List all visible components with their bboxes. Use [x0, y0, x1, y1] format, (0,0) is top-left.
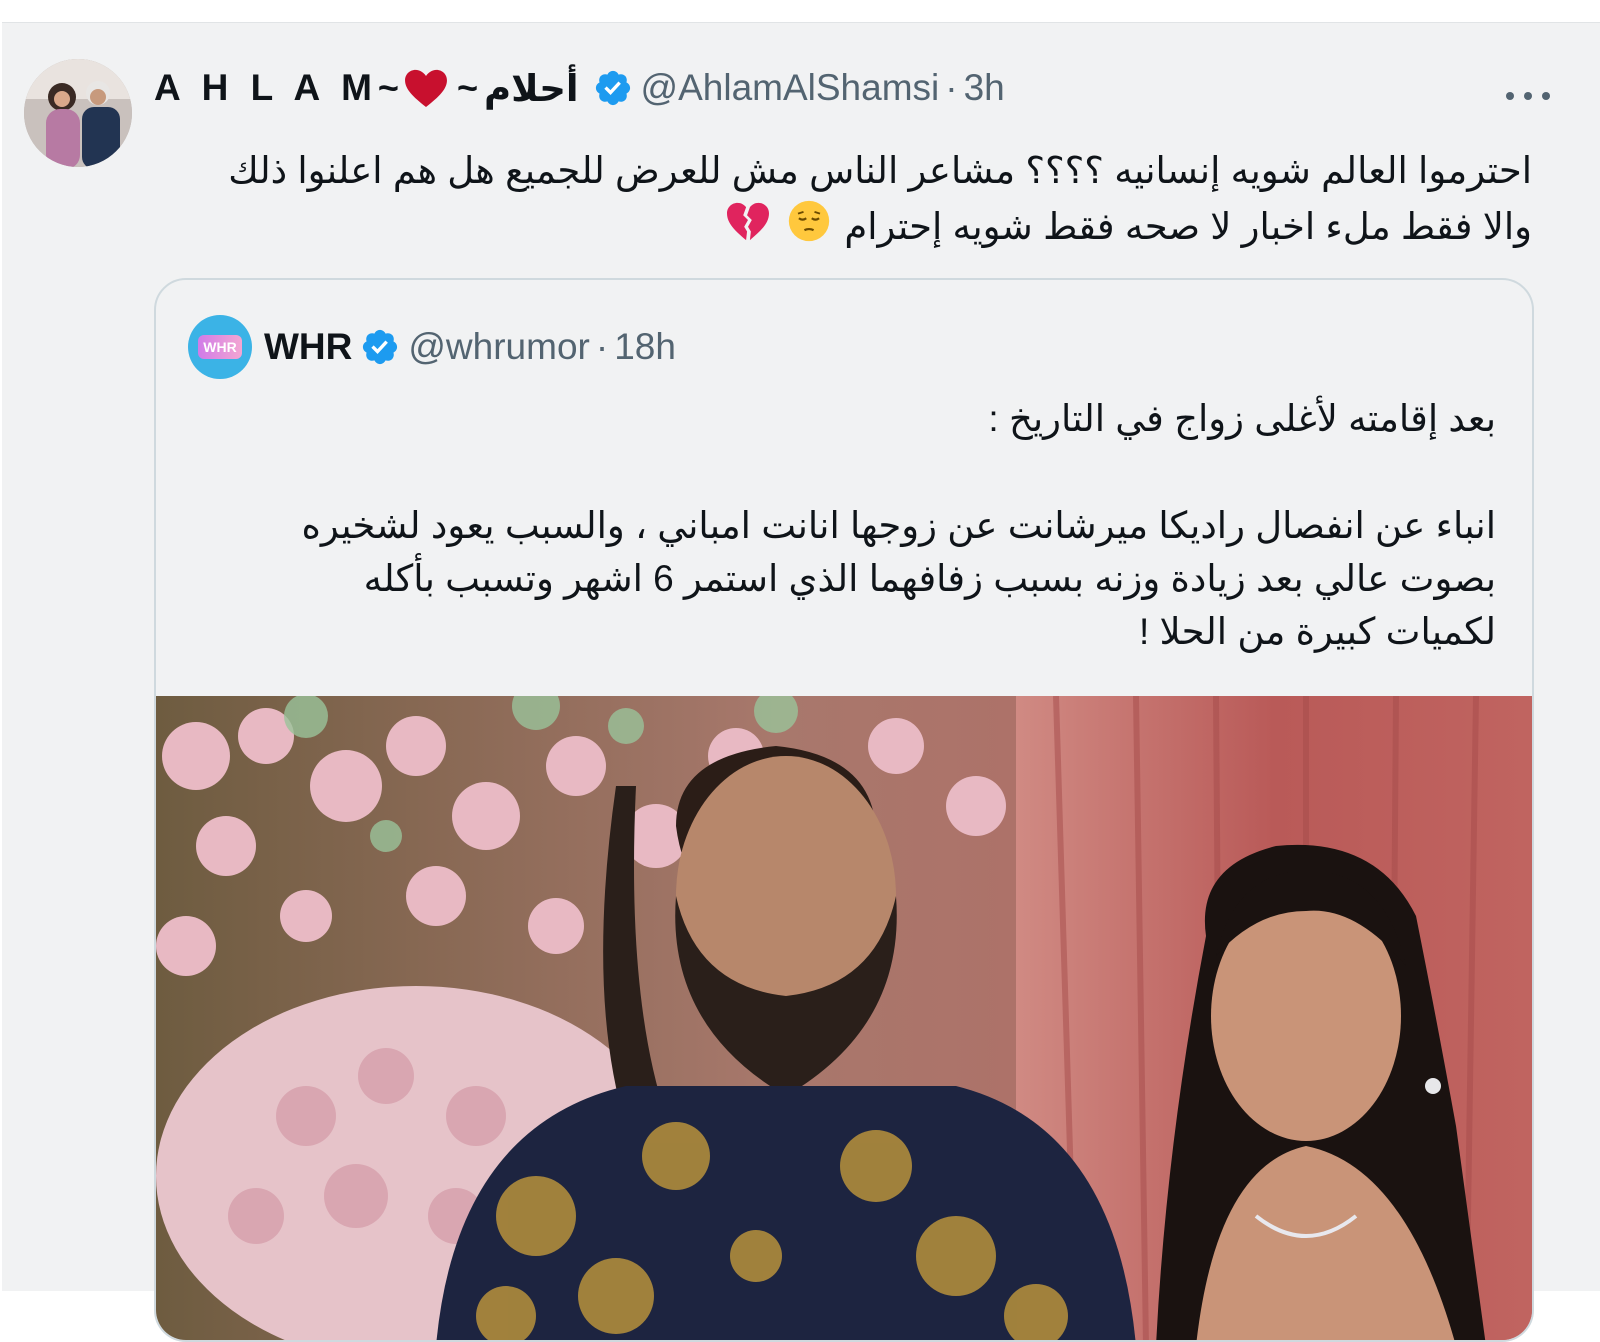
- avatar[interactable]: [24, 59, 132, 167]
- quoted-avatar[interactable]: WHR: [188, 315, 252, 379]
- quoted-tweet-header: WHR WHR @whrumor · 18h: [188, 314, 676, 380]
- quoted-timestamp[interactable]: 18h: [614, 326, 676, 368]
- broken-heart-icon: [725, 200, 771, 258]
- verified-badge-icon: [360, 327, 400, 367]
- verified-badge-icon: [593, 68, 633, 108]
- tweet-header: A H L A M ~ ~ أحلام @AhlamAlShamsi · 3h: [154, 63, 1005, 113]
- quoted-tweet[interactable]: WHR WHR @whrumor · 18h بعد إقامته لأغلى …: [154, 278, 1534, 1342]
- tweet-timestamp[interactable]: 3h: [964, 67, 1005, 109]
- red-heart-icon: [403, 68, 449, 108]
- quoted-avatar-logo: WHR: [198, 335, 242, 359]
- separator-dot: ·: [595, 326, 609, 367]
- tweet-text-line-2: والا فقط ملء اخبار لا صحه فقط شويه إحترا…: [154, 199, 1532, 259]
- quoted-tweet-text: بعد إقامته لأغلى زواج في التاريخ : انباء…: [196, 392, 1496, 658]
- more-options-icon[interactable]: [1506, 81, 1550, 111]
- separator-dot: ·: [945, 67, 958, 108]
- wedding-photo: [156, 696, 1532, 1340]
- tweet-card[interactable]: A H L A M ~ ~ أحلام @AhlamAlShamsi · 3h …: [2, 22, 1600, 1342]
- tweet-text-line: احترموا العالم شويه إنسانيه ؟؟؟؟ مشاعر ا…: [228, 150, 1532, 191]
- pensive-face-icon: [787, 199, 831, 259]
- tweet-text-line: والا فقط ملء اخبار لا صحه فقط شويه إحترا…: [844, 206, 1532, 247]
- name-separator: ~: [377, 67, 399, 108]
- user-handle[interactable]: @AhlamAlShamsi: [641, 67, 940, 109]
- quoted-text-line: لكميات كبيرة من الحلا !: [1138, 611, 1496, 652]
- quoted-text-line: بعد إقامته لأغلى زواج في التاريخ :: [988, 398, 1496, 439]
- quoted-text-line: انباء عن انفصال راديكا ميرشانت عن زوجها …: [301, 505, 1496, 546]
- name-separator: ~: [456, 67, 478, 108]
- quoted-text-line: بصوت عالي بعد زيادة وزنه بسبب زفافهما ال…: [363, 558, 1496, 599]
- display-name[interactable]: A H L A M: [154, 67, 378, 109]
- tweet-text: احترموا العالم شويه إنسانيه ؟؟؟؟ مشاعر ا…: [154, 143, 1532, 259]
- quoted-display-name[interactable]: WHR: [264, 326, 352, 368]
- quoted-media-photo[interactable]: [156, 696, 1532, 1340]
- arabic-display-name[interactable]: أحلام: [484, 67, 579, 110]
- quoted-user-handle[interactable]: @whrumor: [408, 326, 589, 368]
- avatar-photo: [24, 59, 132, 167]
